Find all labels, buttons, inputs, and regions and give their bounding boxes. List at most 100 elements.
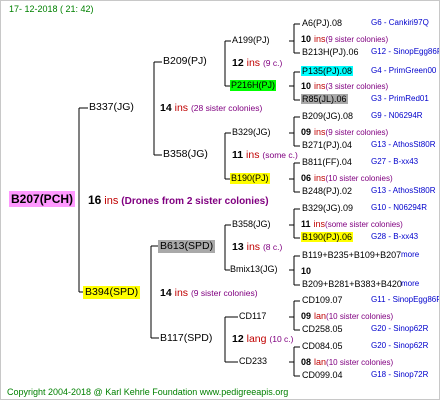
g4-queen: B190(PJ).06 G28 - B-xx43 — [301, 232, 418, 242]
g4-drone-info: 10 — [301, 267, 314, 276]
g4-code: G4 - PrimGreen00 — [371, 66, 437, 75]
g4-drone-info: 08 lan(10 sister colonies) — [301, 358, 393, 367]
g2-info-1: 11 ins (some c.) — [232, 149, 298, 161]
root-drone-info: 16 ins (Drones from 2 sister colonies) — [88, 194, 269, 207]
g4-queen: CD109.07 G11 - SinopEgg86R — [301, 295, 439, 305]
pedigree-chart: 17- 12-2018 ( 21: 42) B207(PCH) 16 ins (… — [0, 0, 440, 400]
g4-code: G18 - Sinop72R — [371, 370, 429, 379]
g4-ins: ins — [313, 219, 326, 229]
g2-queen-2: B613(SPD) — [158, 240, 216, 253]
g4-code: G13 - AthosSt80R — [371, 140, 436, 149]
g4-count: 09 — [301, 311, 312, 321]
g4-name: B248(PJ).02 — [302, 186, 353, 196]
g3-queen-0: A199(PJ) — [232, 35, 270, 45]
g4-note: (10 sister colonies) — [326, 312, 394, 321]
g4-queen: P135(PJ).08 G4 - PrimGreen00 — [301, 66, 436, 76]
g2-queen-3: B117(SPD) — [160, 332, 213, 344]
g4-name: B209(JG).08 — [302, 111, 354, 121]
g4-ins: lan — [314, 311, 327, 321]
g4-name: P135(PJ).08 — [301, 66, 354, 76]
g4-name: R85(JL).06 — [301, 94, 348, 104]
g4-note: (3 sister colonies) — [325, 82, 389, 91]
g4-name: B811(FF).04 — [302, 157, 352, 167]
g4-name: B209+B281+B383+B420 — [302, 279, 402, 289]
g4-drone-info: 09 ins(9 sister colonies) — [301, 128, 388, 137]
g4-queen: CD258.05 G20 - Sinop62R — [301, 324, 428, 334]
g4-name: CD084.05 — [302, 341, 343, 351]
g3-queen-7: CD233 — [239, 356, 268, 366]
g4-drone-info: 10 ins(9 sister colonies) — [301, 35, 388, 44]
g4-name: B271(PJ).04 — [302, 140, 353, 150]
g4-queen: B119+B235+B109+B207 more — [301, 250, 419, 260]
g4-name: B329(JG).09 — [302, 203, 354, 213]
g4-queen: CD084.05 G20 - Sinop62R — [301, 341, 428, 351]
g4-name: A6(PJ).08 — [302, 18, 343, 28]
g4-code: G6 - Cankiri97Q — [371, 18, 429, 27]
g4-name: B119+B235+B109+B207 — [302, 250, 402, 260]
g4-drone-info: 10 ins(3 sister colonies) — [301, 82, 388, 91]
g4-code: G11 - SinopEgg86R — [371, 295, 440, 304]
g4-code: G27 - B-xx43 — [371, 157, 419, 166]
g4-count: 10 — [301, 266, 312, 276]
g4-code: G10 - N06294R — [371, 203, 428, 212]
g2-info-2: 13 ins (8 c.) — [232, 241, 283, 253]
g4-queen: R85(JL).06 G3 - PrimRed01 — [301, 94, 429, 104]
g4-queen: B248(PJ).02 G13 - AthosSt80R — [301, 186, 435, 196]
g3-queen-5: Bmix13(JG) — [230, 264, 278, 274]
g4-code: G20 - Sinop62R — [371, 324, 429, 333]
g4-ins: ins — [314, 173, 326, 183]
g4-note: (10 sister colonies) — [326, 358, 394, 367]
g4-code: G13 - AthosSt80R — [371, 186, 436, 195]
g4-queen: B811(FF).04 G27 - B-xx43 — [301, 157, 418, 167]
g4-code: more — [401, 250, 420, 259]
root-queen: B207(PCH) — [9, 191, 76, 207]
g1-queen-1: B394(SPD) — [83, 286, 141, 299]
g4-count: 11 — [301, 219, 311, 229]
g4-drone-info: 06 ins(10 sister colonies) — [301, 174, 393, 183]
g4-ins: lan — [314, 357, 327, 367]
g1-info-1: 14 ins (9 sister colonies) — [160, 287, 258, 299]
g2-queen-0: B209(PJ) — [163, 55, 207, 67]
generated-date: 17- 12-2018 ( 21: 42) — [9, 4, 94, 14]
g4-drone-info: 11 ins(some sister colonies) — [301, 220, 403, 229]
g4-code: G3 - PrimRed01 — [371, 94, 429, 103]
g4-name: CD099.04 — [302, 370, 343, 380]
g4-ins: ins — [314, 127, 326, 137]
g4-note: (9 sister colonies) — [325, 35, 389, 44]
g3-queen-6: CD117 — [239, 311, 267, 321]
g4-code: G28 - B-xx43 — [371, 232, 419, 241]
g4-code: G20 - Sinop62R — [371, 341, 429, 350]
g4-name: CD258.05 — [302, 324, 343, 334]
g4-count: 10 — [301, 81, 312, 91]
g4-name: B190(PJ).06 — [301, 232, 354, 242]
g4-queen: B329(JG).09 G10 - N06294R — [301, 203, 427, 213]
g4-code: G9 - N06294R — [371, 111, 423, 120]
root-ins: ins — [104, 195, 119, 207]
g3-queen-4: B358(JG) — [232, 219, 271, 229]
g4-drone-info: 09 lan(10 sister colonies) — [301, 312, 393, 321]
g4-ins: ins — [314, 34, 326, 44]
g4-count: 10 — [301, 34, 312, 44]
g4-code: more — [401, 279, 420, 288]
g2-queen-1: B358(JG) — [163, 148, 208, 160]
g4-count: 09 — [301, 127, 312, 137]
g4-ins: ins — [314, 81, 326, 91]
g4-queen: B213H(PJ).06 G12 - SinopEgg86R — [301, 47, 439, 57]
g3-queen-2: B329(JG) — [232, 127, 271, 137]
g4-note: (10 sister colonies) — [325, 174, 393, 183]
g4-queen: A6(PJ).08 G6 - Cankiri97Q — [301, 18, 429, 28]
g1-info-0: 14 ins (28 sister colonies) — [160, 102, 263, 114]
g4-note: (some sister colonies) — [325, 220, 403, 229]
g4-queen: CD099.04 G18 - Sinop72R — [301, 370, 428, 380]
g3-queen-1: P216H(PJ) — [230, 80, 277, 91]
g4-queen: B209+B281+B383+B420 more — [301, 279, 419, 289]
g1-queen-0: B337(JG) — [89, 101, 134, 113]
g4-queen: B209(JG).08 G9 - N06294R — [301, 111, 423, 121]
g4-note: (9 sister colonies) — [325, 128, 389, 137]
g4-count: 06 — [301, 173, 312, 183]
g3-queen-3: B190(PJ) — [230, 173, 270, 184]
root-note: (Drones from 2 sister colonies) — [121, 196, 269, 207]
g2-info-3: 12 lang (10 c.) — [232, 333, 294, 345]
g4-name: B213H(PJ).06 — [302, 47, 359, 57]
g4-name: CD109.07 — [302, 295, 343, 305]
